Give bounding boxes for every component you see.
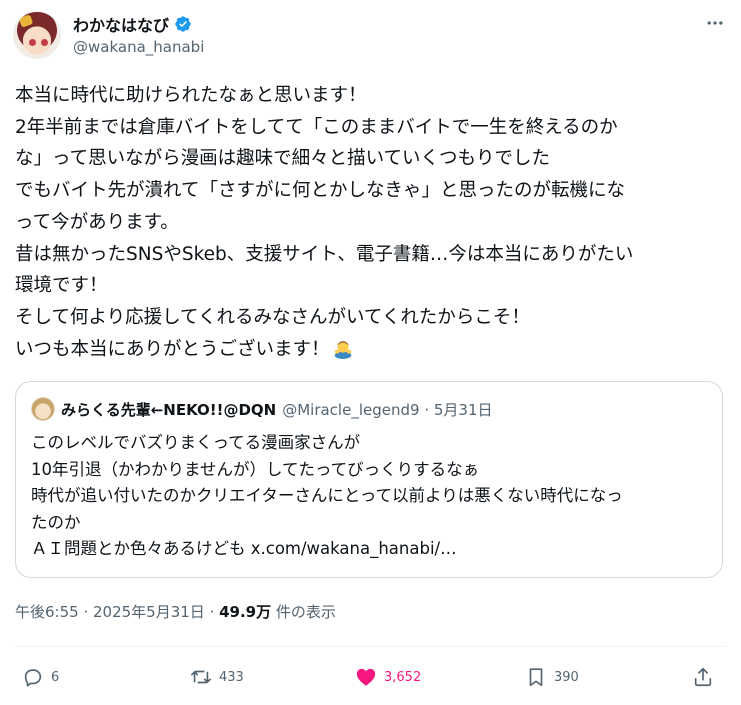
quote-line: 時代が追い付いたのかクリエイターさんにとって以前よりは悪くない時代になっ	[31, 486, 623, 505]
avatar-eye-left	[29, 39, 36, 46]
heart-filled-icon	[356, 668, 376, 686]
tweet-header: わかなはなび @wakana_hanabi	[13, 9, 728, 61]
quote-line: このレベルでバズりまくってる漫画家さんが	[31, 433, 361, 452]
like-button[interactable]: 3,652	[355, 660, 421, 694]
quote-handle-date: @Miracle_legend9 · 5月31日	[282, 400, 493, 419]
more-options-button[interactable]	[704, 13, 726, 33]
bookmark-count: 390	[554, 669, 579, 685]
retweet-button[interactable]: 433	[190, 660, 244, 694]
reply-button[interactable]: 6	[22, 660, 59, 694]
tweet-line: でもバイト先が潰れて「さすがに何とかしなきゃ」と思ったのが転機にな	[15, 180, 625, 202]
retweet-icon	[191, 670, 211, 684]
action-bar: 6 433 3,652 390	[0, 660, 741, 694]
tweet-meta: 午後6:55 · 2025年5月31日 · 49.9万 件の表示	[15, 601, 336, 622]
like-count: 3,652	[384, 669, 422, 685]
author-display-name[interactable]: わかなはなび	[73, 12, 169, 36]
tweet-line: そして何より応援してくれるみなさんがいてくれたからこそ！	[15, 306, 530, 328]
tweet-line: な」って思いながら漫画は趣味で細々と描いていくつもりでした	[15, 148, 551, 170]
share-icon	[694, 667, 712, 687]
reply-count: 6	[51, 669, 60, 685]
quote-text: このレベルでバズりまくってる漫画家さんが 10年引退（かわかりませんが）してたっ…	[31, 430, 711, 563]
tweet-text: 本当に時代に助けられたなぁと思います！ 2年半前までは倉庫バイトをしてて「このま…	[15, 80, 727, 365]
quote-author-name: みらくる先輩←NEKO!!@DQN	[61, 400, 277, 419]
avatar-eye-right	[41, 39, 48, 46]
quoted-tweet[interactable]: みらくる先輩←NEKO!!@DQN @Miracle_legend9 · 5月3…	[15, 381, 723, 578]
quote-header: みらくる先輩←NEKO!!@DQN @Miracle_legend9 · 5月3…	[31, 397, 492, 421]
person-bowing-icon	[334, 340, 351, 359]
hair-bow-decoration	[18, 14, 34, 28]
views-label: 件の表示	[271, 603, 336, 621]
verified-badge-icon	[175, 16, 191, 32]
author-handle[interactable]: @wakana_hanabi	[73, 38, 204, 56]
retweet-count: 433	[219, 669, 244, 685]
divider	[15, 646, 726, 647]
quote-line: ＡＩ問題とか色々あるけども x.com/wakana_hanabi/…	[31, 539, 457, 558]
share-button[interactable]	[692, 660, 714, 694]
bookmark-button[interactable]: 390	[525, 660, 579, 694]
views-count: 49.9万	[219, 603, 272, 621]
tweet-line: 本当に時代に助けられたなぁと思います！	[15, 85, 367, 106]
reply-icon	[24, 669, 42, 687]
tweet-line: いつも本当にありがとうございます！	[15, 338, 330, 360]
more-dots-icon	[707, 21, 723, 25]
quote-avatar	[31, 397, 55, 421]
bookmark-icon	[529, 668, 543, 687]
quote-line: たのか	[31, 512, 81, 532]
avatar[interactable]	[13, 11, 61, 59]
author-name-row: わかなはなび	[73, 12, 192, 36]
tweet-line-last: いつも本当にありがとうございます！	[15, 334, 727, 366]
tweet-line: 昔は無かったSNSやSkeb、支援サイト、電子書籍…今は本当にありがたい	[15, 243, 634, 265]
tweet-line: 2年半前までは倉庫バイトをしてて「このままバイトで一生を終えるのか	[15, 116, 618, 138]
quote-line: 10年引退（かわかりませんが）してたってびっくりするなぁ	[31, 459, 480, 479]
tweet-line: って今があります。	[15, 211, 179, 233]
tweet-timestamp[interactable]: 午後6:55 · 2025年5月31日 ·	[15, 603, 219, 621]
tweet-line: 環境です！	[15, 275, 108, 297]
